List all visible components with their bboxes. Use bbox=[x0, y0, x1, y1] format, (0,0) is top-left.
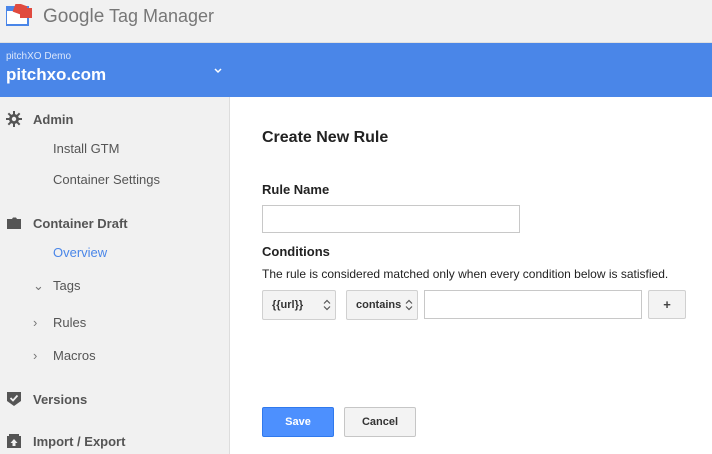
sidebar-item-label: Tags bbox=[53, 278, 81, 293]
sidebar-import-export-label: Import / Export bbox=[33, 434, 126, 449]
add-condition-button[interactable]: + bbox=[648, 290, 686, 319]
sidebar-section-versions[interactable]: Versions bbox=[0, 390, 230, 410]
shield-check-icon bbox=[7, 392, 21, 406]
account-name: pitchXO Demo bbox=[6, 51, 72, 62]
rule-name-label: Rule Name bbox=[262, 182, 330, 197]
conditions-description: The rule is considered matched only when… bbox=[262, 267, 669, 281]
sidebar-item-overview[interactable]: Overview bbox=[53, 245, 107, 260]
macro-select-value: {{url}} bbox=[272, 299, 304, 311]
condition-value-input[interactable] bbox=[424, 290, 642, 319]
brand-product: Tag Manager bbox=[108, 6, 215, 26]
sidebar-section-container-draft[interactable]: Container Draft bbox=[0, 214, 230, 234]
operator-select-value: contains bbox=[356, 299, 402, 311]
chevron-right-icon: › bbox=[33, 348, 38, 363]
sidebar-item-rules[interactable]: › Rules bbox=[33, 315, 86, 330]
sidebar-item-label: Macros bbox=[53, 348, 96, 363]
conditions-label: Conditions bbox=[262, 244, 330, 259]
app-header: Google Tag Manager bbox=[0, 0, 712, 43]
operator-select[interactable]: contains bbox=[346, 290, 418, 320]
sidebar-item-macros[interactable]: › Macros bbox=[33, 348, 96, 363]
chevron-right-icon: › bbox=[33, 315, 38, 330]
brand-google: Google bbox=[43, 6, 105, 27]
sidebar-item-container-settings[interactable]: Container Settings bbox=[53, 172, 160, 187]
updown-arrows-icon bbox=[405, 299, 413, 311]
import-export-icon bbox=[7, 434, 21, 448]
sidebar-item-label: Rules bbox=[53, 315, 87, 330]
gear-icon bbox=[6, 111, 22, 127]
sidebar-versions-label: Versions bbox=[33, 392, 88, 407]
cancel-button[interactable]: Cancel bbox=[344, 407, 416, 437]
sidebar-admin-label: Admin bbox=[33, 112, 74, 127]
sidebar-item-tags[interactable]: ⌄ Tags bbox=[33, 278, 80, 294]
chevron-down-icon[interactable] bbox=[212, 65, 224, 77]
create-rule-panel: Create New Rule Rule Name Conditions The… bbox=[231, 97, 712, 454]
chevron-down-icon: ⌄ bbox=[33, 278, 44, 293]
sidebar-section-import-export[interactable]: Import / Export bbox=[0, 432, 230, 452]
product-title[interactable]: Google Tag Manager bbox=[43, 6, 214, 28]
sidebar: Admin Install GTM Container Settings Con… bbox=[0, 97, 230, 454]
macro-select[interactable]: {{url}} bbox=[262, 290, 336, 320]
container-name: pitchxo.com bbox=[6, 65, 107, 84]
sidebar-item-install-gtm[interactable]: Install GTM bbox=[53, 141, 119, 156]
folder-icon bbox=[7, 217, 21, 229]
page-title: Create New Rule bbox=[262, 129, 389, 146]
save-button[interactable]: Save bbox=[262, 407, 334, 437]
updown-arrows-icon bbox=[323, 299, 331, 311]
sidebar-section-admin[interactable]: Admin bbox=[0, 110, 230, 130]
container-switcher[interactable]: pitchXO Demo pitchxo.com bbox=[0, 43, 712, 97]
rule-name-input[interactable] bbox=[262, 205, 520, 233]
sidebar-draft-label: Container Draft bbox=[33, 216, 128, 231]
tag-manager-logo-icon bbox=[6, 4, 32, 26]
